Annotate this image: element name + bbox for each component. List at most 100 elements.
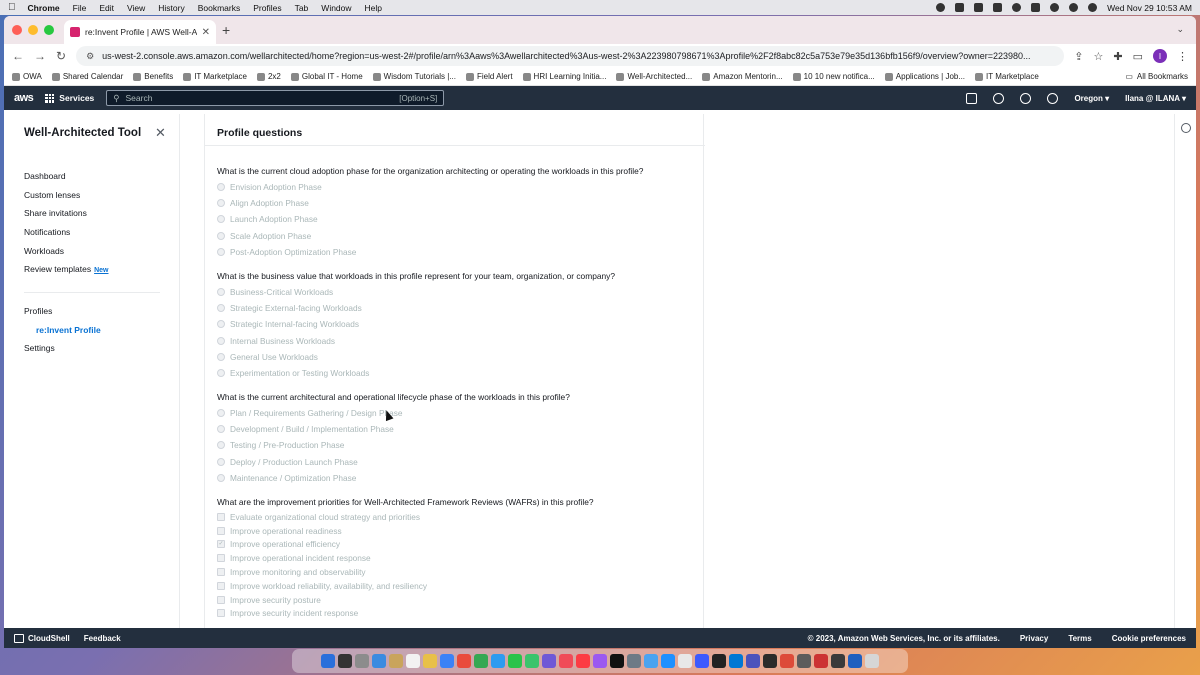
radio-option[interactable]: Testing / Pre-Production Phase: [217, 437, 570, 453]
bookmark-item[interactable]: Wisdom Tutorials |...: [372, 72, 456, 81]
control-center-icon[interactable]: [1088, 3, 1098, 12]
bookmark-item[interactable]: Applications | Job...: [884, 72, 965, 81]
checkbox-option[interactable]: Improve security incident response: [217, 607, 594, 621]
bookmark-item[interactable]: 2x2: [256, 72, 281, 81]
bookmark-item[interactable]: Global IT - Home: [290, 72, 363, 81]
browser-tab-active[interactable]: re:Invent Profile | AWS Well-A ✕: [64, 20, 216, 44]
menu-window[interactable]: Window: [321, 3, 351, 13]
checkbox-option[interactable]: Improve security posture: [217, 593, 594, 607]
profile-avatar[interactable]: I: [1153, 49, 1167, 63]
teams-icon[interactable]: [746, 654, 760, 668]
checkbox-checked[interactable]: ✓: [217, 540, 225, 549]
app-icon[interactable]: [644, 654, 658, 668]
radio-button[interactable]: [217, 183, 225, 192]
app-icon[interactable]: [797, 654, 811, 668]
radio-button[interactable]: [217, 425, 225, 434]
app-icon[interactable]: [457, 654, 471, 668]
menu-profiles[interactable]: Profiles: [253, 3, 281, 13]
app-icon[interactable]: [678, 654, 692, 668]
back-icon[interactable]: ←: [12, 49, 24, 63]
radio-option[interactable]: Experimentation or Testing Workloads: [217, 365, 615, 381]
checkbox[interactable]: [217, 526, 225, 535]
radio-button[interactable]: [217, 247, 225, 256]
feedback-link[interactable]: Feedback: [84, 634, 121, 643]
checkbox-option[interactable]: Improve monitoring and observability: [217, 565, 594, 579]
sidepanel-icon[interactable]: ▭: [1133, 50, 1143, 63]
tab-search-chevron-icon[interactable]: ⌄: [1176, 24, 1184, 35]
bookmark-item[interactable]: Field Alert: [465, 72, 513, 81]
radio-option[interactable]: Align Adoption Phase: [217, 195, 643, 211]
radio-option[interactable]: Launch Adoption Phase: [217, 211, 643, 227]
radio-button[interactable]: [217, 369, 225, 378]
radio-button[interactable]: [217, 304, 225, 313]
checkbox[interactable]: [217, 595, 225, 604]
menubar-clock[interactable]: Wed Nov 29 10:53 AM: [1107, 3, 1192, 13]
status-icon[interactable]: [955, 3, 965, 12]
terms-link[interactable]: Terms: [1068, 634, 1091, 643]
app-icon[interactable]: [627, 654, 641, 668]
radio-button[interactable]: [217, 352, 225, 361]
close-nav-icon[interactable]: ✕: [155, 125, 166, 141]
apple-icon[interactable]: : [8, 2, 16, 13]
radio-button[interactable]: [217, 441, 225, 450]
extensions-icon[interactable]: ✚: [1113, 50, 1122, 63]
nav-item-settings[interactable]: Settings: [24, 339, 101, 358]
radio-option[interactable]: Post-Adoption Optimization Phase: [217, 244, 643, 260]
bookmark-star-icon[interactable]: ☆: [1094, 50, 1104, 63]
menu-edit[interactable]: Edit: [99, 3, 114, 13]
calendar-icon[interactable]: [406, 654, 420, 668]
status-icon[interactable]: [974, 3, 984, 12]
radio-button[interactable]: [217, 199, 225, 208]
menu-file[interactable]: File: [73, 3, 87, 13]
close-window-button[interactable]: [12, 25, 22, 35]
finder-icon[interactable]: [321, 654, 335, 668]
menu-history[interactable]: History: [158, 3, 184, 13]
app-icon[interactable]: [474, 654, 488, 668]
radio-option[interactable]: Plan / Requirements Gathering / Design P…: [217, 405, 570, 421]
radio-button[interactable]: [217, 409, 225, 418]
help-icon[interactable]: [1020, 92, 1032, 104]
nav-item-active-profile[interactable]: re:Invent Profile: [24, 321, 101, 340]
radio-button[interactable]: [217, 288, 225, 297]
app-icon[interactable]: [491, 654, 505, 668]
nav-item-workloads[interactable]: Workloads: [24, 242, 109, 261]
notifications-bell-icon[interactable]: [993, 92, 1005, 104]
radio-button[interactable]: [217, 336, 225, 345]
checkbox[interactable]: [217, 568, 225, 577]
close-tab-icon[interactable]: ✕: [202, 27, 210, 38]
nav-item-notifications[interactable]: Notifications: [24, 223, 109, 242]
radio-option[interactable]: Envision Adoption Phase: [217, 179, 643, 195]
checkbox-option[interactable]: Improve workload reliability, availabili…: [217, 579, 594, 593]
status-icon[interactable]: [936, 3, 946, 12]
app-icon[interactable]: [831, 654, 845, 668]
chrome-icon[interactable]: [780, 654, 794, 668]
app-icon[interactable]: [712, 654, 726, 668]
cookie-preferences-link[interactable]: Cookie preferences: [1112, 634, 1186, 643]
spotlight-icon[interactable]: [1069, 3, 1079, 12]
notes-icon[interactable]: [423, 654, 437, 668]
cloudshell-icon[interactable]: [966, 92, 978, 104]
bookmark-item[interactable]: Amazon Mentorin...: [702, 72, 783, 81]
podcasts-icon[interactable]: [593, 654, 607, 668]
app-icon[interactable]: [338, 654, 352, 668]
tv-icon[interactable]: [610, 654, 624, 668]
menu-view[interactable]: View: [127, 3, 145, 13]
reload-icon[interactable]: ↻: [56, 49, 66, 63]
bookmark-item[interactable]: HRI Learning Initia...: [522, 72, 606, 81]
wifi-icon[interactable]: [1050, 3, 1060, 12]
app-icon[interactable]: [814, 654, 828, 668]
radio-button[interactable]: [217, 320, 225, 329]
account-menu[interactable]: Ilana @ ILANA ▾: [1125, 94, 1186, 103]
bookmark-item[interactable]: Well-Architected...: [616, 72, 692, 81]
radio-option[interactable]: Development / Build / Implementation Pha…: [217, 421, 570, 437]
checkbox-option[interactable]: Improve operational incident response: [217, 551, 594, 565]
trash-icon[interactable]: [865, 654, 879, 668]
region-selector[interactable]: Oregon ▾: [1074, 94, 1109, 103]
music-icon[interactable]: [576, 654, 590, 668]
radio-option[interactable]: Strategic Internal-facing Workloads: [217, 316, 615, 332]
nav-item-share-invitations[interactable]: Share invitations: [24, 204, 109, 223]
clock-icon[interactable]: [1181, 123, 1191, 133]
bookmark-item[interactable]: IT Marketplace: [183, 72, 247, 81]
bookmark-item[interactable]: 10 10 new notifica...: [792, 72, 875, 81]
app-store-icon[interactable]: [661, 654, 675, 668]
